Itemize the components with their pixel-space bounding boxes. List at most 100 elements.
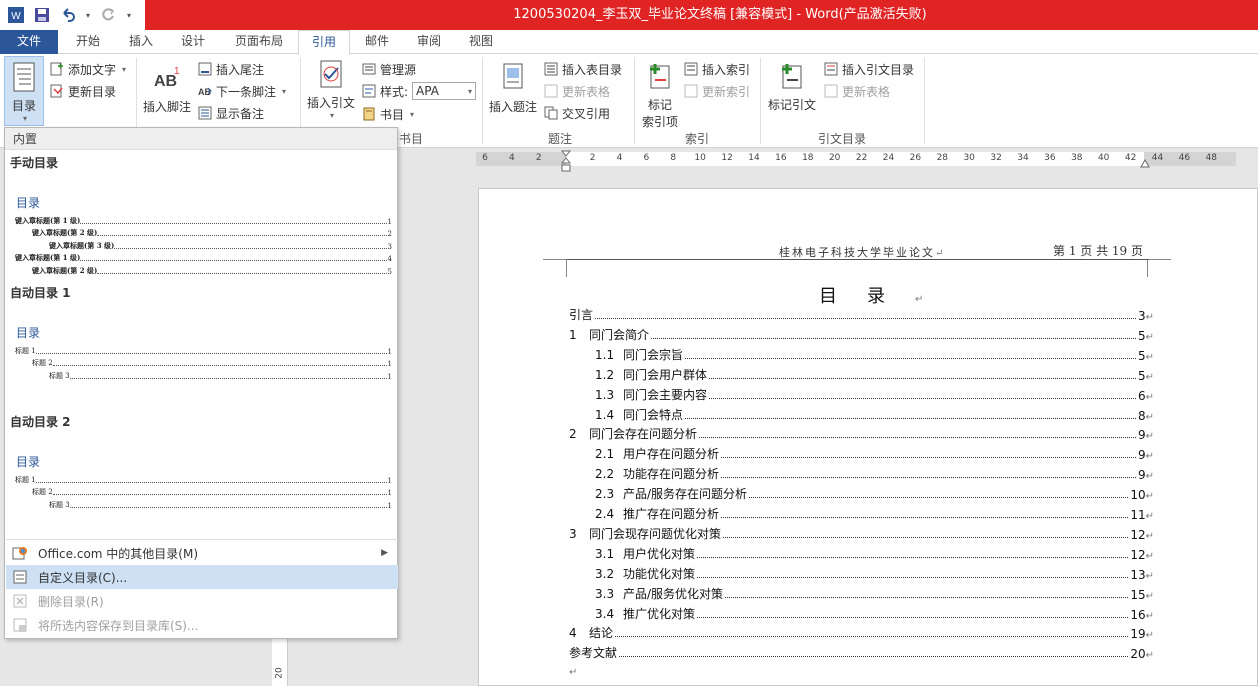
- manage-sources-label: 管理源: [380, 62, 417, 77]
- insert-index-button[interactable]: 插入索引: [684, 59, 750, 79]
- mark-citation-label: 标记引文: [767, 98, 816, 112]
- save-icon[interactable]: [32, 5, 52, 25]
- undo-dropdown-icon[interactable]: ▾: [84, 5, 92, 25]
- ruler-number: 4: [616, 153, 623, 163]
- toc-entry-page: 8↵: [1136, 409, 1154, 423]
- toc-entry[interactable]: 引言 3↵: [569, 303, 1154, 323]
- insert-endnote-button[interactable]: 插入尾注: [198, 59, 264, 79]
- next-footnote-button[interactable]: AB 下一条脚注 ▾: [198, 81, 286, 101]
- tab-review[interactable]: 审阅: [406, 30, 452, 54]
- mark-entry-button[interactable]: 标记 索引项: [638, 60, 682, 130]
- header-corner-left: [543, 259, 567, 277]
- toc-entry[interactable]: 3 同门会现存问题优化对策 12↵: [569, 522, 1154, 542]
- tab-references[interactable]: 引用: [298, 30, 350, 55]
- customize-qat-icon[interactable]: ▾: [124, 5, 134, 25]
- tab-design[interactable]: 设计: [170, 30, 216, 54]
- toc-entry-text: 3.4 推广优化对策: [595, 605, 697, 622]
- undo-icon[interactable]: [58, 5, 78, 25]
- ruler-number: 38: [1071, 153, 1083, 163]
- manage-sources-button[interactable]: 管理源: [362, 59, 416, 79]
- toc-entry[interactable]: 1.3 同门会主要内容 6↵: [595, 383, 1154, 403]
- update-table-button[interactable]: 更新表格: [544, 81, 610, 101]
- right-indent-marker[interactable]: [1140, 158, 1150, 168]
- custom-toc-menu-item[interactable]: 自定义目录(C)...: [6, 565, 398, 589]
- tab-insert[interactable]: 插入: [118, 30, 164, 54]
- gallery-toc-leader: [80, 223, 387, 224]
- bibliography-button[interactable]: 书目 ▾: [362, 104, 414, 124]
- style-select[interactable]: APA ▾: [412, 82, 477, 100]
- toc-entry-number: 2.2: [595, 467, 615, 482]
- insert-toa-button[interactable]: 插入引文目录: [824, 59, 914, 79]
- save-to-gallery-menu-item[interactable]: 将所选内容保存到目录库(S)...: [6, 613, 398, 637]
- document-page[interactable]: 桂林电子科技大学毕业论文↵ 第 1 页 共 19 页 目录↵ 引言 3↵ 1 同门会简…: [478, 188, 1258, 686]
- toc-entry[interactable]: 2.2 功能存在问题分析 9↵: [595, 462, 1154, 482]
- toc-entry[interactable]: 1 同门会简介 5↵: [569, 323, 1154, 343]
- insert-caption-button[interactable]: 插入题注: [486, 62, 540, 115]
- manual-toc-preview[interactable]: 目录 键入章标题(第 1 级) 1 键入章标题(第 2 级) 2 键入章标题(第 3 级…: [6, 174, 398, 284]
- toc-entry[interactable]: 4 结论 19↵: [569, 621, 1154, 641]
- auto-toc-1-title: 自动目录 1: [10, 286, 71, 300]
- paragraph-mark: ↵: [1145, 451, 1154, 463]
- toc-entry[interactable]: 2.3 产品/服务存在问题分析 10↵: [595, 482, 1154, 502]
- paragraph-mark: ↵: [1145, 511, 1154, 522]
- group-separator: [760, 58, 761, 144]
- horizontal-ruler[interactable]: 6 4 2 2 4 6 8 10 12 14 16 18 20 22 24 26 28 30 32 34 36 38 40 4…: [476, 152, 1236, 166]
- toc-entry[interactable]: 参考文献 20↵: [569, 641, 1154, 661]
- paragraph-mark: ↵: [1145, 312, 1154, 323]
- tab-file[interactable]: 文件: [0, 30, 58, 54]
- mark-entry-icon: [650, 64, 670, 89]
- gallery-toc-line: 键入章标题(第 3 级) 3: [49, 241, 392, 251]
- toc-entry-page: 15↵: [1128, 588, 1154, 602]
- toc-entry[interactable]: 3.1 用户优化对策 12↵: [595, 542, 1154, 562]
- toc-entry[interactable]: 1.1 同门会宗旨 5↵: [595, 343, 1154, 363]
- tab-mailings[interactable]: 邮件: [354, 30, 400, 54]
- show-notes-button[interactable]: 显示备注: [198, 103, 264, 123]
- toc-entry[interactable]: 2 同门会存在问题分析 9↵: [569, 422, 1154, 442]
- redo-icon[interactable]: [98, 5, 118, 25]
- toc-entry[interactable]: 3.3 产品/服务优化对策 15↵: [595, 582, 1154, 602]
- toc-entry-page: 20↵: [1128, 647, 1154, 661]
- toc-entry[interactable]: 3.2 功能优化对策 13↵: [595, 562, 1154, 582]
- toc-entry[interactable]: 1.2 同门会用户群体 5↵: [595, 363, 1154, 383]
- toc-button[interactable]: 目录 ▾: [4, 56, 44, 126]
- tab-view[interactable]: 视图: [458, 30, 504, 54]
- tab-home[interactable]: 开始: [64, 30, 112, 54]
- insert-footnote-button[interactable]: AB 1 插入脚注: [141, 62, 193, 115]
- toc-entry[interactable]: 2.1 用户存在问题分析 9↵: [595, 442, 1154, 462]
- gallery-toc-line: 标题 3 1: [49, 371, 392, 381]
- toc-leader: [709, 397, 1136, 399]
- update-toc-button[interactable]: 更新目录: [50, 81, 116, 101]
- toc-entry-number: 1.1: [595, 347, 615, 362]
- tab-layout[interactable]: 页面布局: [224, 30, 294, 54]
- gallery-toc-page: 1: [387, 348, 392, 356]
- auto-toc-2-preview[interactable]: 目录 标题 1 1 标题 2 1 标题 3 1: [6, 433, 398, 533]
- ruler-number: 48: [1205, 153, 1218, 163]
- style-select-value: APA: [416, 84, 439, 98]
- add-text-button[interactable]: 添加文字 ▾: [50, 59, 126, 79]
- cross-reference-button[interactable]: 交叉引用: [544, 103, 610, 123]
- insert-citation-button[interactable]: 插入引文 ▾: [304, 58, 358, 120]
- mark-citation-button[interactable]: 标记引文: [766, 60, 818, 113]
- auto-toc-1-preview[interactable]: 目录 标题 1 1 标题 2 1 标题 3 1: [6, 304, 398, 414]
- left-indent-marker[interactable]: [560, 150, 572, 174]
- more-tocs-office-menu-item[interactable]: Office.com 中的其他目录(M) ▶: [6, 541, 398, 565]
- toc-entry[interactable]: 1.4 同门会特点 8↵: [595, 403, 1154, 423]
- remove-toc-label: 删除目录(R): [38, 594, 104, 609]
- update-toa-button[interactable]: 更新表格: [824, 81, 890, 101]
- toc-entry[interactable]: 2.4 推广存在问题分析 11↵: [595, 502, 1154, 522]
- insert-endnote-label: 插入尾注: [216, 62, 265, 77]
- insert-tof-button[interactable]: 插入表目录: [544, 59, 622, 79]
- update-index-button[interactable]: 更新索引: [684, 81, 750, 101]
- paragraph-mark: ↵: [935, 248, 946, 259]
- ruler-number: 30: [963, 153, 975, 163]
- gallery-toc-line-text: 键入章标题(第 2 级): [32, 228, 98, 238]
- toc-entry-title: 功能存在问题分析: [623, 467, 720, 482]
- toc-entry-text: 2.4 推广存在问题分析: [595, 505, 721, 522]
- toc-page-number: 9: [1137, 448, 1146, 463]
- update-table-icon: [544, 84, 558, 98]
- toc-entry-page: 5↵: [1136, 369, 1154, 383]
- chevron-down-icon: ▾: [122, 64, 127, 74]
- toc-entry[interactable]: 3.4 推广优化对策 16↵: [595, 602, 1154, 622]
- toc-leader: [725, 596, 1129, 598]
- remove-toc-menu-item[interactable]: 删除目录(R): [6, 589, 398, 613]
